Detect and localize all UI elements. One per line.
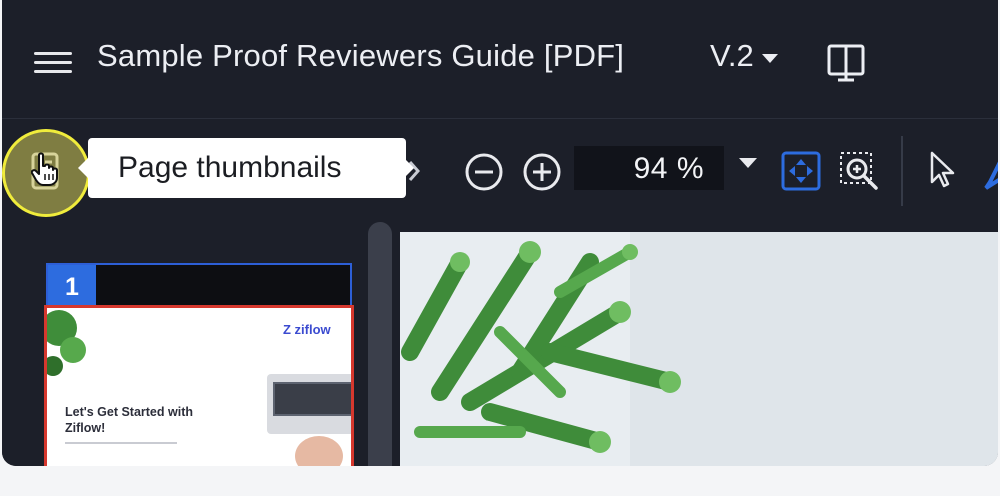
sidebar-scrollbar[interactable] <box>368 222 392 466</box>
zoom-area-icon[interactable] <box>838 150 882 194</box>
thumbnail-headline: Let's Get Started with Ziflow! <box>65 405 193 435</box>
chevron-down-icon <box>761 53 778 63</box>
zoom-dropdown-chevron-icon[interactable] <box>739 158 757 168</box>
page-thumbnails-button[interactable] <box>2 129 90 217</box>
proof-viewer-app: Sample Proof Reviewers Guide [PDF] V.2 1… <box>2 0 998 466</box>
zoom-level-input[interactable]: 94 % <box>574 146 724 190</box>
compare-view-icon[interactable] <box>825 42 867 82</box>
thumbnail-divider <box>65 442 177 444</box>
zoom-in-icon[interactable] <box>522 152 562 192</box>
plant-image-thumbnail <box>47 310 86 376</box>
annotation-tool-icon[interactable] <box>984 154 998 192</box>
laptop-image-thumbnail <box>267 374 351 466</box>
fit-to-screen-icon[interactable] <box>780 150 822 192</box>
version-label: V.2 <box>710 38 754 73</box>
document-title: Sample Proof Reviewers Guide [PDF] <box>97 38 625 73</box>
document-canvas[interactable] <box>400 232 998 466</box>
top-header: Sample Proof Reviewers Guide [PDF] V.2 <box>2 0 998 119</box>
select-arrow-icon[interactable] <box>928 150 958 190</box>
plant-photo <box>400 232 998 466</box>
hand-pointer-icon <box>31 152 58 186</box>
version-selector[interactable]: V.2 <box>710 38 778 74</box>
ziflow-logo: Z ziflow <box>283 322 331 337</box>
toolbar-divider <box>901 136 903 206</box>
tooltip-text: Page thumbnails <box>118 151 342 184</box>
zoom-out-icon[interactable] <box>464 152 504 192</box>
page-thumbnail-preview[interactable]: Z ziflow Let's Get Started with Ziflow! <box>44 305 354 466</box>
page-thumbnails-tooltip: Page thumbnails <box>78 138 414 198</box>
page-number-badge: 1 <box>48 265 96 309</box>
menu-icon[interactable] <box>34 50 74 76</box>
